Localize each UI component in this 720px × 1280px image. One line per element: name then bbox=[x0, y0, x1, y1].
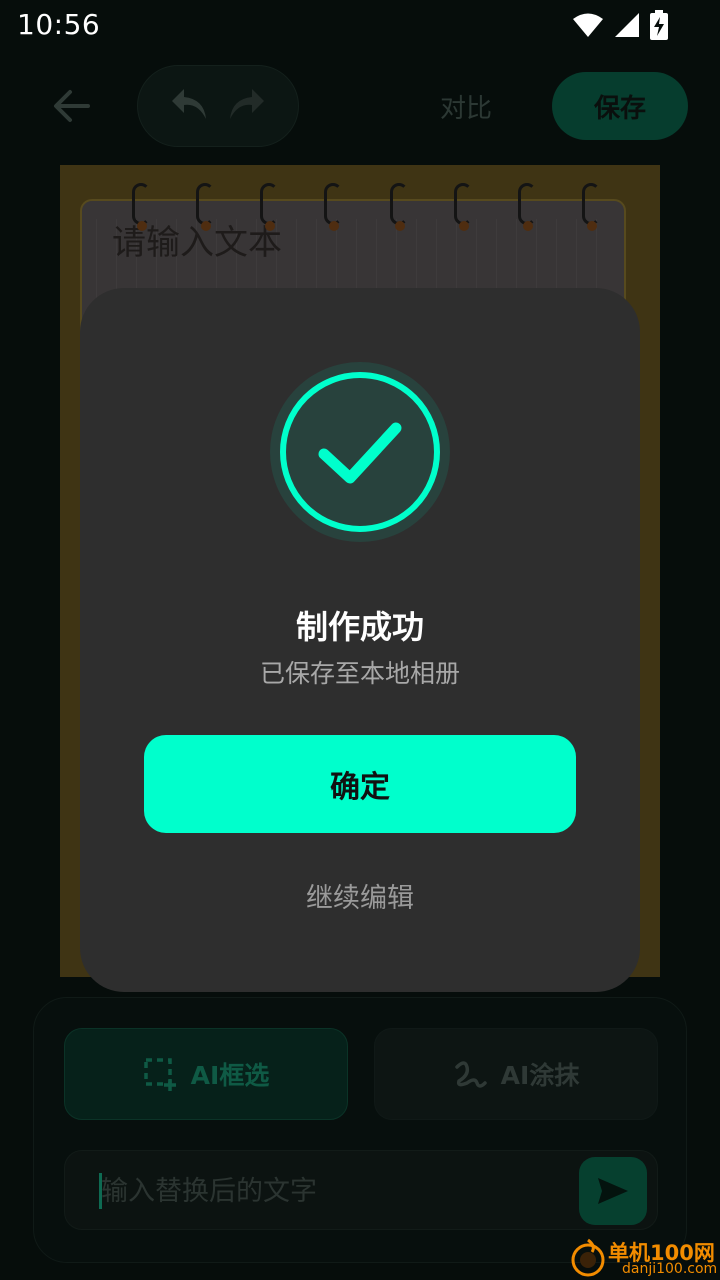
ai-select-label: AI框选 bbox=[190, 1061, 270, 1090]
top-toolbar: 对比 保存 bbox=[0, 60, 720, 154]
binder-hole bbox=[523, 221, 533, 231]
compare-button[interactable]: 对比 bbox=[440, 88, 492, 125]
watermark-url: danji100.com bbox=[622, 1261, 718, 1277]
ai-erase-label: AI涂抹 bbox=[500, 1061, 580, 1090]
save-button[interactable]: 保存 bbox=[552, 72, 688, 140]
back-button[interactable] bbox=[48, 82, 96, 130]
undo-icon bbox=[172, 89, 206, 119]
binder-hole bbox=[201, 221, 211, 231]
redo-button[interactable] bbox=[228, 87, 266, 125]
confirm-button[interactable]: 确定 bbox=[144, 735, 576, 833]
ai-erase-button[interactable]: AI涂抹 bbox=[374, 1028, 658, 1120]
binder-ring bbox=[390, 183, 408, 225]
binder-ring bbox=[582, 183, 600, 225]
dashed-select-icon bbox=[143, 1058, 176, 1091]
binder-hole bbox=[329, 221, 339, 231]
binder-hole bbox=[137, 221, 147, 231]
ai-select-button[interactable]: AI框选 bbox=[64, 1028, 348, 1120]
wifi-icon bbox=[573, 13, 603, 37]
dialog-subtitle: 已保存至本地相册 bbox=[259, 659, 460, 688]
binder-ring bbox=[324, 183, 342, 225]
send-icon bbox=[598, 1178, 628, 1204]
check-circle-icon bbox=[270, 362, 450, 542]
replace-text-row bbox=[64, 1150, 658, 1231]
binder-hole bbox=[395, 221, 405, 231]
check-mark-icon bbox=[318, 422, 402, 484]
watermark-logo-icon bbox=[571, 1238, 605, 1277]
undo-button[interactable] bbox=[170, 87, 208, 125]
replace-text-input[interactable] bbox=[101, 1151, 571, 1231]
redo-icon bbox=[230, 89, 264, 119]
binder-ring bbox=[454, 183, 472, 225]
binder-hole bbox=[587, 221, 597, 231]
success-dialog: 制作成功 已保存至本地相册 确定 继续编辑 bbox=[80, 288, 640, 992]
undo-redo-group bbox=[137, 65, 299, 147]
scribble-icon bbox=[454, 1061, 487, 1088]
arrow-left-icon bbox=[54, 90, 90, 122]
battery-charging-icon bbox=[650, 10, 668, 40]
binder-hole bbox=[459, 221, 469, 231]
binder-hole bbox=[265, 221, 275, 231]
status-time: 10:56 bbox=[17, 8, 101, 41]
site-watermark: 单机100网 danji100.com bbox=[566, 1236, 720, 1280]
binder-ring bbox=[518, 183, 536, 225]
continue-edit-link[interactable]: 继续编辑 bbox=[80, 876, 640, 915]
binder-ring bbox=[132, 183, 150, 225]
signal-icon bbox=[615, 13, 639, 37]
bottom-tool-panel: AI框选 AI涂抹 bbox=[33, 997, 687, 1263]
send-button[interactable] bbox=[579, 1157, 647, 1225]
binder-ring bbox=[196, 183, 214, 225]
status-bar: 10:56 bbox=[0, 0, 720, 50]
status-icons bbox=[572, 10, 668, 40]
dialog-title: 制作成功 bbox=[295, 608, 424, 646]
binder-ring bbox=[260, 183, 278, 225]
